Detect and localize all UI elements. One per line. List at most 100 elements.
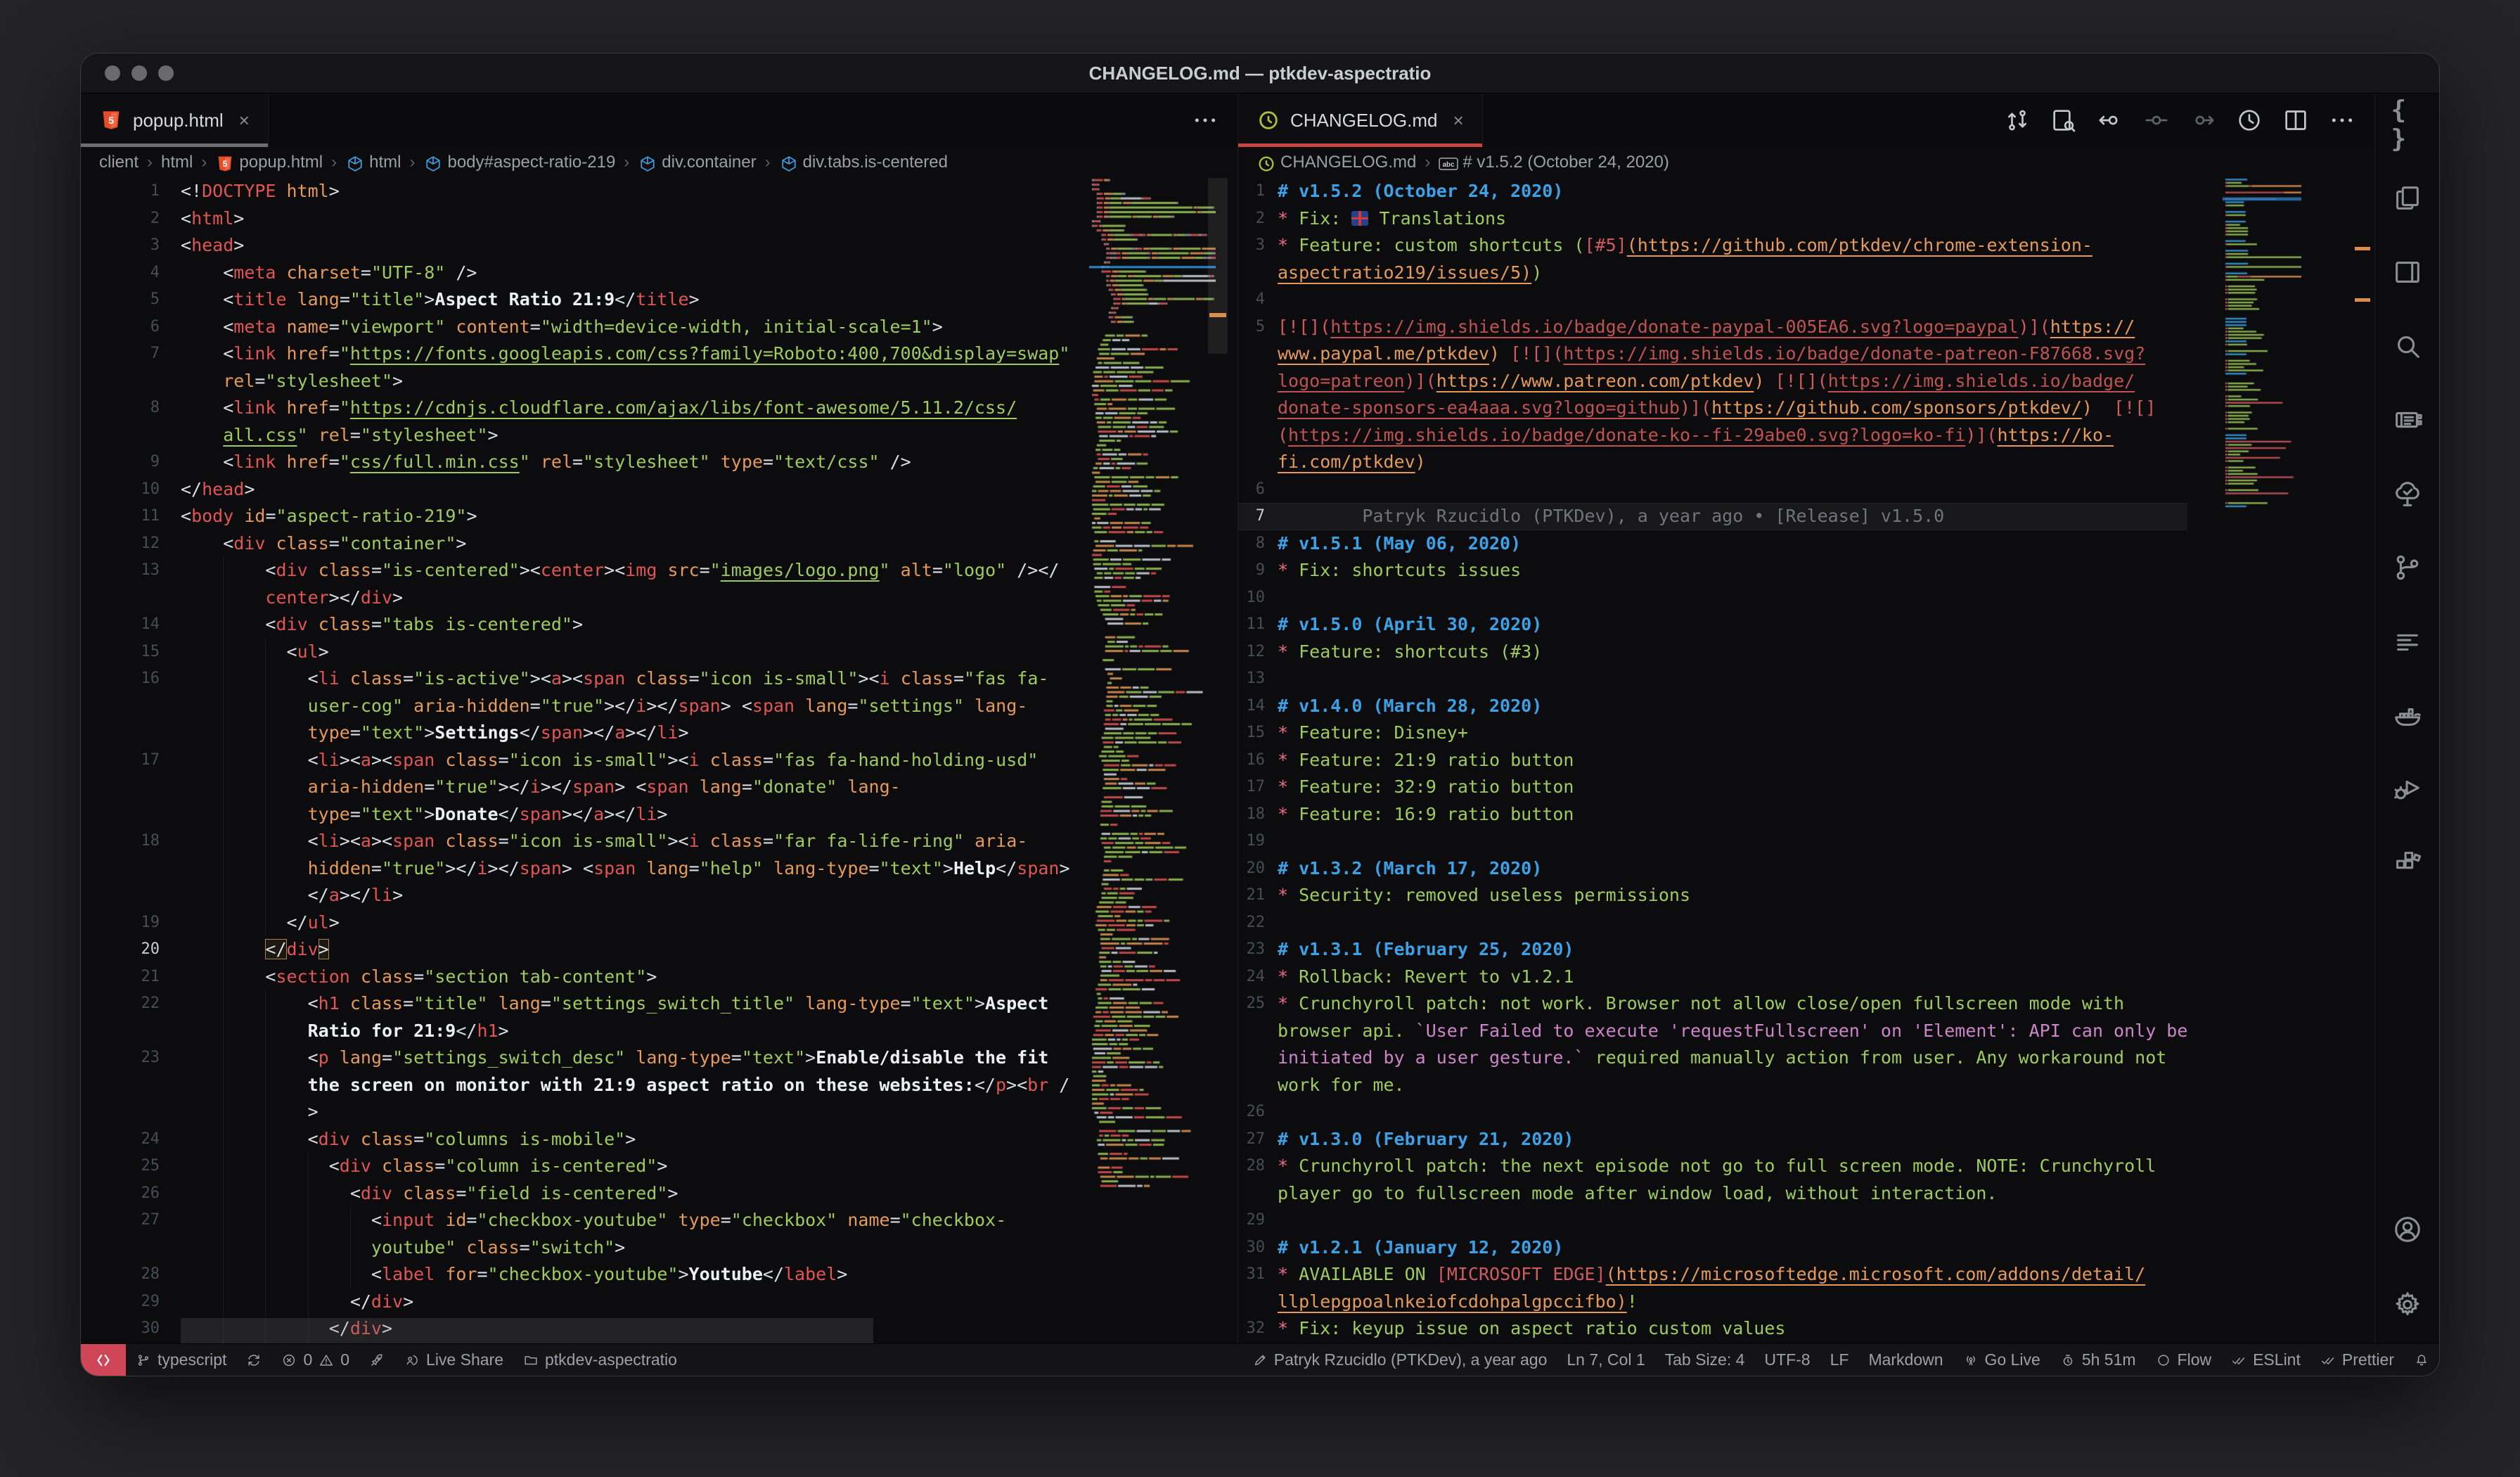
status-sync[interactable] (236, 1344, 271, 1376)
line-content[interactable]: * Security: removed useless permissions (1278, 882, 2187, 909)
line-content[interactable]: <html> (181, 205, 1080, 233)
layout-book-icon[interactable] (2391, 256, 2424, 288)
breadcrumb-item[interactable]: div.tabs.is-centered (779, 153, 948, 172)
line-content[interactable]: * Feature: custom shortcuts ([#5]​(https… (1278, 232, 2187, 286)
breadcrumb-item[interactable]: div.container (638, 153, 756, 172)
right-code-line-5[interactable]: 5[![]​(https:/​/​img.shields.io/​badge/​… (1238, 314, 2187, 476)
line-content[interactable] (1278, 909, 2187, 937)
more-icon[interactable] (1191, 106, 1219, 134)
line-content[interactable]: # v1.3.0 (February 21, 2020) (1278, 1126, 2187, 1153)
right-code-line-15[interactable]: 15* Feature: Disney+ (1238, 720, 2187, 747)
status-wakatime[interactable]: 5h 51m (2050, 1344, 2146, 1376)
status-cursor-position[interactable]: Ln 7, Col 1 (1557, 1344, 1654, 1376)
split-editor-icon[interactable] (2282, 106, 2310, 134)
right-code-line-8[interactable]: 8# v1.5.1 (May 06, 2020) (1238, 530, 2187, 558)
copy-files-icon[interactable] (2391, 182, 2424, 215)
minimap[interactable] (1089, 178, 1216, 1343)
status-prettier[interactable]: Prettier (2310, 1344, 2404, 1376)
line-content[interactable]: <li class="is-active"><a><span class="ic… (181, 665, 1080, 747)
left-code-line-16[interactable]: 16<li class="is-active"><a><span class="… (81, 665, 1080, 747)
settings-gear-icon[interactable] (2391, 1289, 2424, 1321)
right-code-line-20[interactable]: 20# v1.3.2 (March 17, 2020) (1238, 855, 2187, 883)
docker-icon[interactable] (2391, 699, 2424, 731)
right-code-line-4[interactable]: 4 (1238, 286, 2187, 314)
right-code-line-19[interactable]: 19 (1238, 828, 2187, 855)
line-content[interactable]: * Crunchyroll patch: the next episode no… (1278, 1153, 2187, 1207)
tab-popup-html[interactable]: 5 popup.html × (81, 94, 269, 147)
line-content[interactable]: * Fix: shortcuts issues (1278, 557, 2187, 584)
right-code-line-6[interactable]: 6 (1238, 476, 2187, 504)
line-content[interactable]: # v1.5.1 (May 06, 2020) (1278, 530, 2187, 558)
status-deploy[interactable] (359, 1344, 394, 1376)
line-content[interactable]: * Rollback: Revert to v1.2.1 (1278, 964, 2187, 991)
status-notifications[interactable] (2404, 1344, 2439, 1376)
line-content[interactable]: <div class="field is-centered"> (181, 1180, 1080, 1208)
left-code-line-19[interactable]: 19</​ul> (81, 909, 1080, 937)
scrollbar[interactable] (1208, 178, 1228, 1343)
right-code-line-22[interactable]: 22 (1238, 909, 2187, 937)
line-content[interactable]: <link href="css/​full.min.css" rel="styl… (181, 449, 1080, 476)
line-content[interactable] (1278, 828, 2187, 855)
left-code-line-18[interactable]: 18<li><a><span class="icon is-small"><i … (81, 828, 1080, 909)
line-content[interactable]: <li><a><span class="icon is-small"><i cl… (181, 747, 1080, 829)
left-code-line-14[interactable]: 14<div class="tabs is-centered"> (81, 611, 1080, 639)
remote-indicator[interactable] (81, 1344, 126, 1376)
line-content[interactable]: <link href="https:/​/​cdnjs.cloudflare.c… (181, 395, 1080, 449)
left-code-line-8[interactable]: 8<link href="https:/​/​cdnjs.cloudflare.… (81, 395, 1080, 449)
extensions-icon[interactable] (2391, 847, 2424, 879)
line-content[interactable] (1278, 1207, 2187, 1234)
line-content[interactable]: <h1 class="title" lang="settings_switch_… (181, 990, 1080, 1044)
breadcrumb-item[interactable]: html (345, 153, 401, 172)
left-code-line-24[interactable]: 24<div class="columns is-mobile"> (81, 1126, 1080, 1153)
breadcrumb[interactable]: client›html›5popup.html›html›body#aspect… (81, 147, 1238, 178)
code-area-changelog-md[interactable]: 1# v1.5.2 (October 24, 2020)2* Fix: Tran… (1238, 178, 2374, 1343)
left-code-line-21[interactable]: 21<section class="section tab-content"> (81, 964, 1080, 991)
line-content[interactable]: <div class="column is-centered"> (181, 1153, 1080, 1180)
line-content[interactable]: <label for="checkbox-youtube">Youtube</​… (181, 1261, 1080, 1289)
line-content[interactable]: <div class="tabs is-centered"> (181, 611, 1080, 639)
right-code-line-7[interactable]: 7 Patryk Rzucidlo (PTKDev), a year ago •… (1238, 503, 2187, 530)
line-content[interactable] (1278, 665, 2187, 693)
left-code-line-5[interactable]: 5<title lang="title">Aspect Ratio 21:9</… (81, 286, 1080, 314)
line-content[interactable]: <body id="aspect-ratio-219"> (181, 503, 1080, 530)
line-content[interactable]: </​ul> (181, 909, 1080, 937)
left-code-line-23[interactable]: 23<p lang="settings_switch_desc" lang-ty… (81, 1044, 1080, 1126)
right-code-line-13[interactable]: 13 (1238, 665, 2187, 693)
status-problems[interactable]: 00 (271, 1344, 359, 1376)
prev-change-icon[interactable] (2096, 106, 2124, 134)
status-eol[interactable]: LF (1820, 1344, 1859, 1376)
line-content[interactable]: <div class="container"> (181, 530, 1080, 558)
timeline-icon[interactable] (2235, 106, 2263, 134)
cur-change-icon[interactable] (2142, 106, 2171, 134)
right-code-line-30[interactable]: 30# v1.2.1 (January 12, 2020) (1238, 1234, 2187, 1262)
line-content[interactable]: <meta charset="UTF-8" /​> (181, 260, 1080, 287)
line-content[interactable] (1278, 584, 2187, 612)
status-git-blame[interactable]: Patryk Rzucidlo (PTKDev), a year ago (1242, 1344, 1557, 1376)
right-code-line-17[interactable]: 17* Feature: 32:9 ratio button (1238, 774, 2187, 801)
line-content[interactable]: <!DOCTYPE html> (181, 178, 1080, 205)
left-code-line-2[interactable]: 2<html> (81, 205, 1080, 233)
status-live-share[interactable]: Live Share (394, 1344, 513, 1376)
breadcrumb-item[interactable]: CHANGELOG.md (1256, 153, 1416, 172)
minimap[interactable] (2223, 178, 2301, 1343)
breadcrumb-item[interactable]: 5popup.html (215, 153, 323, 172)
line-content[interactable]: * Fix: keyup issue on aspect ratio custo… (1278, 1315, 2187, 1343)
left-code-line-27[interactable]: 27<input id="checkbox-youtube" type="che… (81, 1207, 1080, 1261)
line-content[interactable]: # v1.5.0 (April 30, 2020) (1278, 611, 2187, 639)
tab-changelog-md[interactable]: CHANGELOG.md × (1238, 94, 1483, 147)
line-content[interactable]: # v1.2.1 (January 12, 2020) (1278, 1234, 2187, 1262)
line-content[interactable]: # v1.3.2 (March 17, 2020) (1278, 855, 2187, 883)
status-encoding[interactable]: UTF-8 (1754, 1344, 1820, 1376)
line-content[interactable]: * Fix: Translations (1278, 205, 2187, 233)
source-control-icon[interactable] (2391, 551, 2424, 584)
output-lines-icon[interactable] (2391, 625, 2424, 658)
left-code-line-26[interactable]: 26<div class="field is-centered"> (81, 1180, 1080, 1208)
left-code-line-3[interactable]: 3<head> (81, 232, 1080, 260)
line-content[interactable]: [![]​(https:/​/​img.shields.io/​badge/​d… (1278, 314, 2187, 476)
line-content[interactable]: <meta name="viewport" content="width=dev… (181, 314, 1080, 341)
line-content[interactable]: * Feature: Disney+ (1278, 720, 2187, 747)
remote-server-icon[interactable] (2391, 404, 2424, 436)
breadcrumb-item[interactable]: client (99, 153, 139, 172)
left-code-line-17[interactable]: 17<li><a><span class="icon is-small"><i … (81, 747, 1080, 829)
line-content[interactable]: * Feature: 16:9 ratio button (1278, 801, 2187, 829)
